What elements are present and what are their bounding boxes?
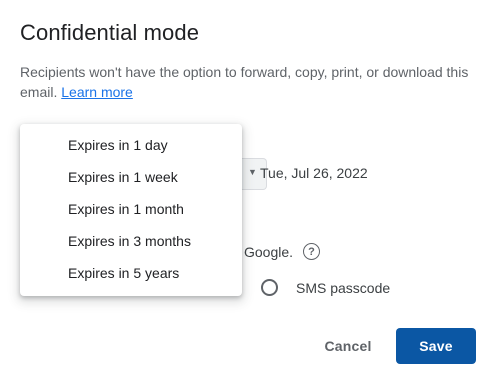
expiry-dropdown-menu: Expires in 1 day Expires in 1 week Expir… <box>20 124 242 296</box>
learn-more-link[interactable]: Learn more <box>61 84 133 100</box>
sms-passcode-radio[interactable] <box>261 279 278 296</box>
menu-item-expires-1-month[interactable]: Expires in 1 month <box>20 193 242 225</box>
confidential-mode-dialog: Confidential mode Recipients won't have … <box>0 0 497 387</box>
menu-item-expires-3-months[interactable]: Expires in 3 months <box>20 225 242 257</box>
menu-item-expires-1-week[interactable]: Expires in 1 week <box>20 161 242 193</box>
chevron-down-icon: ▼ <box>248 167 257 177</box>
dialog-description: Recipients won't have the option to forw… <box>20 62 470 102</box>
save-button[interactable]: Save <box>396 328 476 364</box>
help-circle-icon[interactable]: ? <box>303 243 321 260</box>
passcode-hint: Google. ? <box>244 243 321 260</box>
expiry-date: Tue, Jul 26, 2022 <box>260 165 368 181</box>
passcode-hint-text: Google. <box>244 243 294 260</box>
sms-passcode-label: SMS passcode <box>296 279 391 296</box>
sms-passcode-option[interactable]: SMS passcode <box>261 279 390 296</box>
dialog-title: Confidential mode <box>20 20 200 45</box>
menu-item-expires-1-day[interactable]: Expires in 1 day <box>20 129 242 161</box>
menu-item-expires-5-years[interactable]: Expires in 5 years <box>20 257 242 289</box>
cancel-button[interactable]: Cancel <box>308 330 388 362</box>
